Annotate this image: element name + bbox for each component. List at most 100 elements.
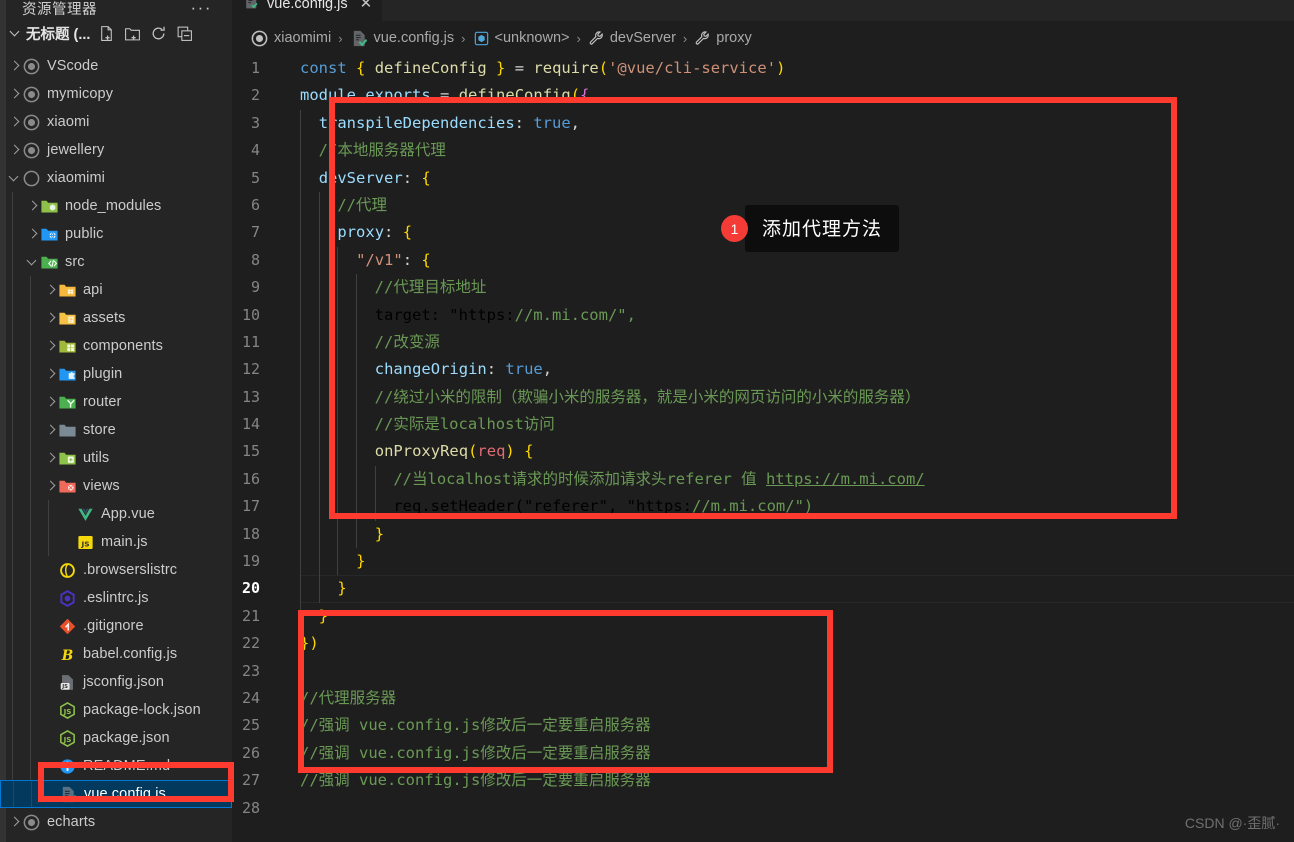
breadcrumb-item[interactable]: devServer [588, 30, 676, 47]
chevron-right-icon[interactable] [42, 310, 58, 326]
code-line[interactable]: 24 //代理服务器 [232, 685, 1294, 712]
file-tree-item[interactable]: api [0, 276, 232, 304]
file-tree-item[interactable]: .eslintrc.js [0, 584, 232, 612]
chevron-right-icon[interactable] [24, 226, 40, 242]
code-editor-content[interactable]: 1 const { defineConfig } = require('@vue/… [232, 55, 1294, 842]
chevron-right-icon[interactable] [42, 478, 58, 494]
chevron-down-icon[interactable] [6, 170, 22, 186]
file-tree-item[interactable]: xiaomi [0, 108, 232, 136]
file-tree-item[interactable]: README.md [0, 752, 232, 780]
code-line-text: //代理目标地址 [280, 274, 487, 302]
chevron-right-icon[interactable] [6, 86, 22, 102]
file-tree-item[interactable]: utils [0, 444, 232, 472]
editor-tab-vue-config[interactable]: vue.config.js ✕ [232, 0, 384, 21]
code-tokens: } [318, 606, 329, 625]
tree-arrow-placeholder [43, 786, 59, 802]
breadcrumb-item[interactable]: xiaomimi [250, 29, 331, 48]
file-tree-item[interactable]: store [0, 416, 232, 444]
file-tree-item[interactable]: assets [0, 304, 232, 332]
explorer-more-actions-icon[interactable]: ··· [191, 0, 212, 18]
code-tokens: //代理目标地址 [374, 278, 487, 297]
file-tree-item[interactable]: echarts [0, 808, 232, 836]
chevron-right-icon[interactable] [6, 814, 22, 830]
code-line[interactable]: 16 //当localhost请求的时候添加请求头referer 值 https… [232, 465, 1294, 494]
code-line[interactable]: 9 //代理目标地址 [232, 274, 1294, 302]
chevron-right-icon[interactable] [42, 422, 58, 438]
file-tree-item[interactable]: JS package-lock.json [0, 696, 232, 724]
file-tree-item[interactable]: src [0, 248, 232, 276]
chevron-right-icon[interactable] [24, 198, 40, 214]
tree-indent-guide [30, 640, 31, 668]
code-line[interactable]: 11 //改变源 [232, 328, 1294, 357]
chevron-right-icon[interactable] [42, 282, 58, 298]
file-tree-item-label: .eslintrc.js [83, 590, 149, 606]
new-file-icon[interactable] [98, 25, 115, 42]
chevron-right-icon[interactable] [42, 394, 58, 410]
breadcrumb-item[interactable]: <unknown> [473, 30, 569, 47]
chevron-right-icon[interactable] [6, 142, 22, 158]
code-line[interactable]: 1 const { defineConfig } = require('@vue/… [232, 55, 1294, 82]
file-tree-item-selected[interactable]: vue.config.js [0, 780, 232, 808]
new-folder-icon[interactable] [124, 25, 141, 42]
file-tree-item[interactable]: plugin [0, 360, 232, 388]
explorer-root-folder-header[interactable]: 无标题 (... [8, 20, 232, 46]
code-line[interactable]: 25 //强调 vue.config.js修改后一定要重启服务器 [232, 712, 1294, 739]
code-line-text: } [280, 575, 347, 603]
file-tree-item[interactable]: mymicopy [0, 80, 232, 108]
file-tree-item[interactable]: JS jsconfig.json [0, 668, 232, 696]
code-line[interactable]: 27 //强调 vue.config.js修改后一定要重启服务器 [232, 767, 1294, 794]
chevron-down-icon[interactable] [8, 25, 24, 41]
file-tree-item[interactable]: xiaomimi [0, 164, 232, 192]
close-icon[interactable]: ✕ [360, 0, 373, 11]
code-line[interactable]: 21 } [232, 602, 1294, 631]
code-line[interactable]: 22}) [232, 630, 1294, 657]
code-indent-guide [337, 383, 339, 412]
file-tree-item[interactable]: map [0, 836, 232, 842]
file-tree-item[interactable]: views [0, 472, 232, 500]
file-tree-item[interactable]: public [0, 220, 232, 248]
file-tree-item[interactable]: Bbabel.config.js [0, 640, 232, 668]
vueconfig-icon [350, 29, 369, 48]
file-tree-item[interactable]: JS package.json [0, 724, 232, 752]
file-tree-item[interactable]: jewellery [0, 136, 232, 164]
code-line[interactable]: 17 req.setHeader("referer", "https://m.m… [232, 493, 1294, 521]
file-tree-item[interactable]: components [0, 332, 232, 360]
code-line[interactable]: 12 changeOrigin: true, [232, 356, 1294, 384]
chevron-right-icon[interactable] [6, 114, 22, 130]
file-tree-item[interactable]: App.vue [0, 500, 232, 528]
code-line[interactable]: 3 transpileDependencies: true, [232, 109, 1294, 138]
code-line[interactable]: 14 //实际是localhost访问 [232, 411, 1294, 439]
file-tree-item[interactable]: node_modules [0, 192, 232, 220]
chevron-right-icon[interactable] [42, 338, 58, 354]
code-line-text: //改变源 [280, 328, 440, 357]
code-line[interactable]: 5 devServer: { [232, 164, 1294, 192]
chevron-right-icon[interactable] [42, 450, 58, 466]
code-line[interactable]: 4 //本地服务器代理 [232, 137, 1294, 165]
chevron-right-icon[interactable] [42, 366, 58, 382]
code-line[interactable]: 13 //绕过小米的限制（欺骗小米的服务器，就是小米的网页访问的小米的服务器） [232, 383, 1294, 412]
chevron-down-icon[interactable] [24, 254, 40, 270]
code-line[interactable]: 15 onProxyReq(req) { [232, 438, 1294, 466]
code-line[interactable]: 26 //强调 vue.config.js修改后一定要重启服务器 [232, 740, 1294, 767]
file-tree-item[interactable]: .browserslistrc [0, 556, 232, 584]
breadcrumb-item[interactable]: proxy [694, 30, 752, 47]
code-line[interactable]: 2 module.exports = defineConfig({ [232, 82, 1294, 109]
code-line[interactable]: 19 } [232, 548, 1294, 576]
code-line[interactable]: 28 [232, 795, 1294, 822]
code-indent-guide [300, 246, 301, 275]
collapse-all-icon[interactable] [176, 25, 193, 42]
breadcrumb-item[interactable]: vue.config.js [350, 29, 454, 48]
file-tree-item[interactable]: JS main.js [0, 528, 232, 556]
code-line[interactable]: 18 } [232, 520, 1294, 549]
line-number: 25 [241, 716, 260, 735]
code-line-text: onProxyReq(req) { [280, 438, 533, 466]
file-tree-item[interactable]: VScode [0, 52, 232, 80]
code-line[interactable]: 10 target: "https://m.mi.com/", [232, 301, 1294, 329]
refresh-icon[interactable] [150, 25, 167, 42]
code-line[interactable]: 20 } [232, 575, 1294, 604]
code-line[interactable]: 23 [232, 658, 1294, 685]
chevron-right-icon[interactable] [6, 58, 22, 74]
file-tree-item[interactable]: router [0, 388, 232, 416]
file-tree-item[interactable]: .gitignore [0, 612, 232, 640]
